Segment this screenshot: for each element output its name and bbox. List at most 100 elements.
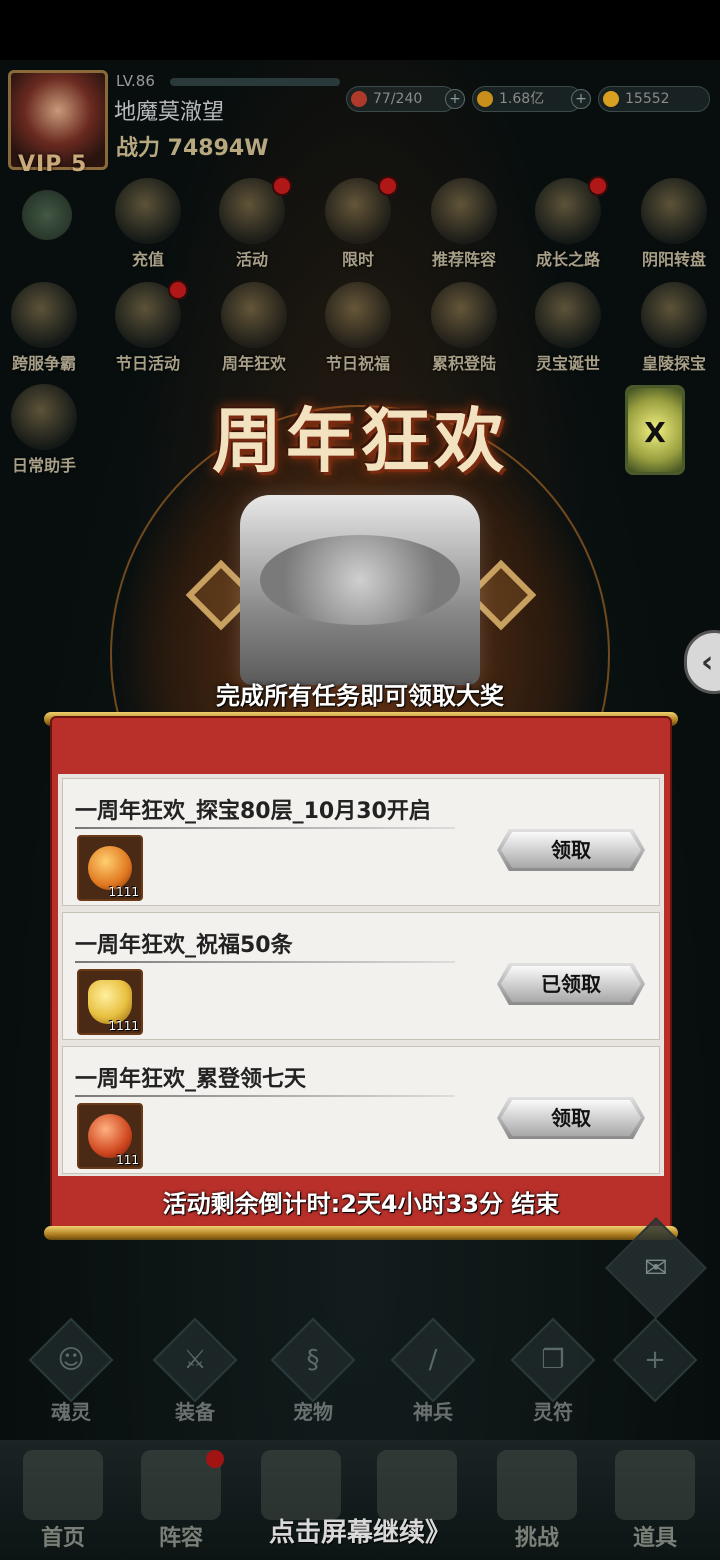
menu-login[interactable]: 累积登陆 — [414, 282, 514, 382]
divider — [75, 1095, 455, 1097]
equipment-icon: ⚔ — [183, 1345, 207, 1375]
level-progress-bar — [170, 78, 340, 86]
item-count: 1111 — [108, 1019, 139, 1033]
button-label: 领取 — [551, 1106, 591, 1130]
treasure-chest-icon[interactable] — [240, 495, 480, 685]
menu-growth[interactable]: 成长之路 — [518, 176, 618, 278]
vip-badge: VIP 5 — [18, 152, 88, 177]
reward-item[interactable]: 111 — [77, 1103, 143, 1169]
menu-label: 节日活动 — [115, 354, 180, 373]
crossed-swords-icon — [377, 1450, 457, 1520]
anniversary-icon — [221, 282, 287, 348]
button-label: 领取 — [551, 838, 591, 862]
menu-limited[interactable]: 限时 — [308, 176, 408, 278]
task-list: 一周年狂欢_探宝80层_10月30开启 1111 领取 一周年狂欢_祝福50条 … — [58, 774, 664, 1176]
treasure-icon — [535, 282, 601, 348]
home-icon — [23, 1450, 103, 1520]
menu-label: 跨服争霸 — [11, 354, 76, 373]
quick-talisman[interactable]: ❐ 灵符 — [498, 1317, 608, 1425]
coin-icon — [477, 91, 493, 107]
menu-label: 灵宝诞世 — [535, 354, 600, 373]
scroll-rod-bottom — [44, 1226, 678, 1240]
lineup-icon — [431, 178, 497, 244]
claim-button[interactable]: 领取 — [497, 1097, 645, 1139]
stamina-icon — [351, 91, 367, 107]
spin-emblem-icon[interactable] — [22, 190, 72, 240]
claim-button[interactable]: 领取 — [497, 829, 645, 871]
fire-orb-icon — [88, 846, 132, 890]
quick-equipment[interactable]: ⚔ 装备 — [140, 1317, 250, 1425]
notification-dot — [378, 176, 398, 196]
reward-item[interactable]: 1111 — [77, 835, 143, 901]
event-countdown: 活动剩余倒计时:2天4小时33分 结束 — [162, 1190, 560, 1218]
menu-label: 成长之路 — [535, 250, 600, 269]
menu-label: 推荐阵容 — [431, 250, 496, 269]
gold-ingot-icon — [88, 980, 132, 1024]
task-name: 一周年狂欢_探宝80层_10月30开启 — [75, 799, 431, 824]
claimed-button[interactable]: 已领取 — [497, 963, 645, 1005]
button-label: 已领取 — [541, 972, 601, 996]
menu-label: 活动 — [235, 250, 268, 269]
task-row: 一周年狂欢_祝福50条 1111 已领取 — [62, 912, 660, 1040]
notification-dot — [206, 1450, 224, 1468]
gold-ingot-icon — [115, 178, 181, 244]
pet-icon: § — [306, 1345, 320, 1375]
task-row: 一周年狂欢_探宝80层_10月30开启 1111 领取 — [62, 778, 660, 906]
tap-to-continue[interactable]: 点击屏幕继续》 — [0, 1512, 720, 1549]
menu-festival[interactable]: 节日活动 — [98, 280, 198, 382]
menu-recharge[interactable]: 充值 — [98, 178, 198, 278]
menu-wheel[interactable]: 阴阳转盘 — [624, 178, 720, 278]
tomb-icon — [641, 282, 707, 348]
add-coin-button[interactable]: + — [571, 89, 591, 109]
menu-label: 节日祝福 — [325, 354, 390, 373]
sword-icon — [261, 1450, 341, 1520]
menu-lineup[interactable]: 推荐阵容 — [414, 178, 514, 278]
menu-treasure[interactable]: 灵宝诞世 — [518, 282, 618, 382]
task-panel: 一周年狂欢_探宝80层_10月30开启 1111 领取 一周年狂欢_祝福50条 … — [52, 718, 670, 1238]
login-icon — [431, 282, 497, 348]
player-level: LV.86 — [116, 72, 155, 90]
ingot-value: 15552 — [625, 91, 670, 107]
task-name: 一周年狂欢_累登领七天 — [75, 1067, 307, 1092]
quick-more[interactable]: + — [600, 1317, 710, 1403]
game-scene[interactable]: VIP 5 LV.86 地魔莫澈望 战力 74894W 77/240 + 1.6… — [0, 60, 720, 1560]
talisman-icon: ❐ — [541, 1345, 565, 1375]
coin-value: 1.68亿 — [499, 91, 545, 107]
chest-lid — [260, 535, 460, 625]
notification-dot — [272, 176, 292, 196]
weapon-icon: / — [428, 1345, 438, 1375]
stamina-resource: 77/240 + — [346, 86, 465, 112]
item-count: 1111 — [108, 885, 139, 899]
menu-cross-server[interactable]: 跨服争霸 — [0, 282, 94, 382]
scroll-icon — [497, 1450, 577, 1520]
reward-item[interactable]: 1111 — [77, 969, 143, 1035]
notification-dot — [168, 280, 188, 300]
menu-blessing[interactable]: 节日祝福 — [308, 282, 408, 382]
wheel-icon — [641, 178, 707, 244]
menu-label: 周年狂欢 — [221, 354, 286, 373]
task-name: 一周年狂欢_祝福50条 — [75, 933, 293, 958]
flame-orb-icon — [88, 1114, 132, 1158]
menu-label: 累积登陆 — [431, 354, 496, 373]
plus-icon: + — [644, 1345, 666, 1375]
ingot-resource: 15552 — [598, 86, 710, 112]
divider — [75, 827, 455, 829]
lantern-icon[interactable]: X — [625, 385, 685, 475]
menu-activity[interactable]: 活动 — [202, 176, 302, 278]
quick-soul[interactable]: ☺ 魂灵 — [16, 1317, 126, 1425]
event-title: 周年狂欢 — [212, 399, 508, 482]
menu-label: 充值 — [131, 250, 164, 269]
chevron-left-icon: ‹ — [701, 645, 714, 680]
add-stamina-button[interactable]: + — [445, 89, 465, 109]
ingot-icon — [603, 91, 619, 107]
quick-pet[interactable]: § 宠物 — [258, 1317, 368, 1425]
menu-tomb[interactable]: 皇陵探宝 — [624, 282, 720, 382]
menu-anniversary[interactable]: 周年狂欢 — [204, 282, 304, 382]
event-subtitle: 完成所有任务即可领取大奖 — [216, 682, 504, 710]
player-power: 战力 74894W — [116, 136, 269, 161]
soul-icon: ☺ — [57, 1345, 85, 1375]
quick-weapon[interactable]: / 神兵 — [378, 1317, 488, 1425]
notification-dot — [588, 176, 608, 196]
player-name: 地魔莫澈望 — [114, 100, 225, 125]
chat-icon: ✉ — [644, 1251, 668, 1284]
